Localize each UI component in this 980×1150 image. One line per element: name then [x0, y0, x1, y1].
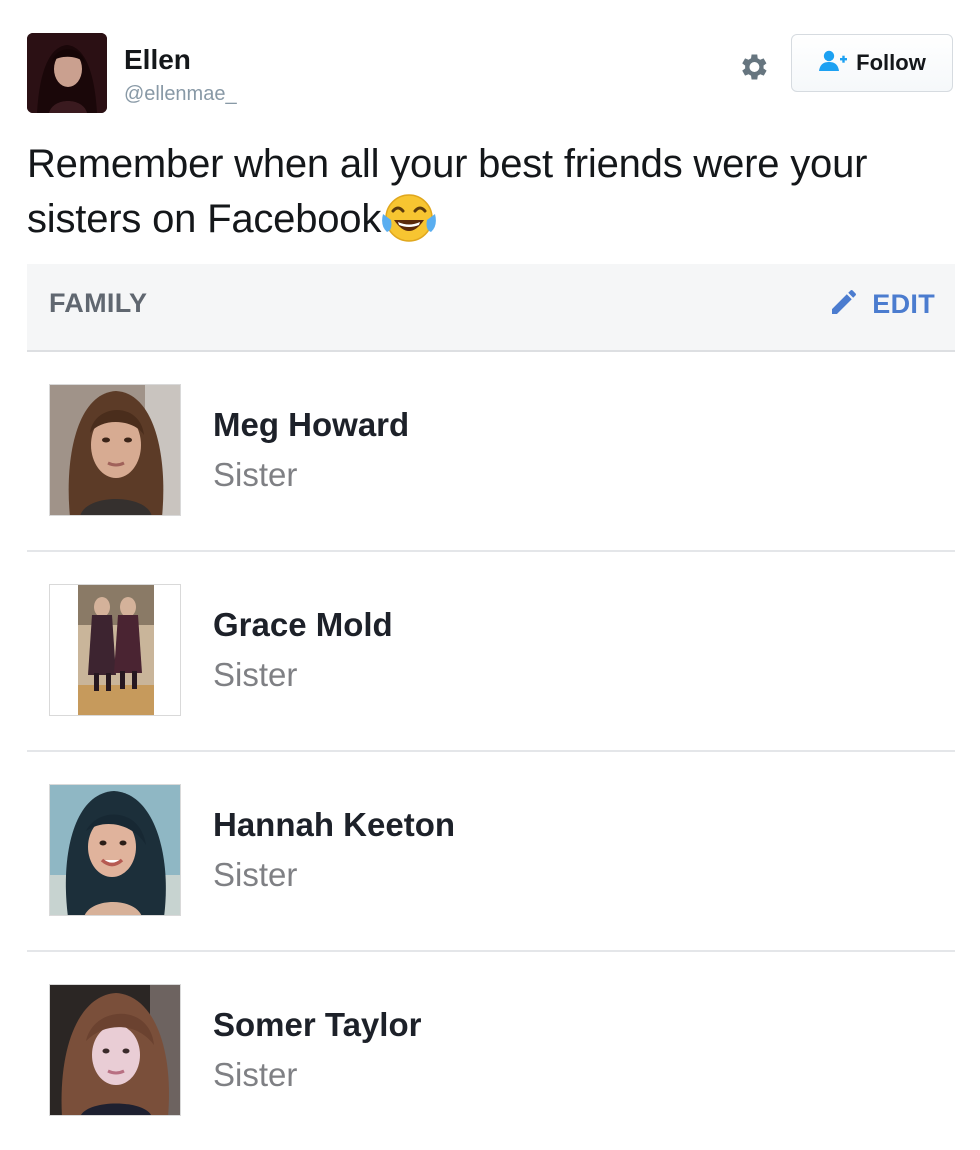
member-relation: Sister — [213, 856, 298, 893]
family-title: FAMILY — [49, 288, 148, 318]
member-name[interactable]: Somer Taylor — [213, 1006, 421, 1044]
author-name[interactable]: Ellen — [124, 44, 191, 76]
member-relation: Sister — [213, 1056, 298, 1093]
add-person-icon — [818, 49, 848, 78]
follow-button[interactable]: Follow — [791, 34, 953, 92]
family-list: Meg Howard Sister Grace Mold Sister Hann… — [27, 352, 955, 1150]
family-card: FAMILY EDIT Meg Howard Sister Grace Mold… — [27, 264, 955, 1129]
member-photo[interactable] — [49, 784, 181, 916]
tweet-header: Ellen @ellenmae_ Follow — [27, 33, 955, 113]
author-handle[interactable]: @ellenmae_ — [124, 82, 237, 106]
member-name[interactable]: Grace Mold — [213, 606, 393, 644]
author-avatar[interactable] — [27, 33, 107, 113]
edit-label: EDIT — [872, 288, 935, 319]
member-photo[interactable] — [49, 984, 181, 1116]
edit-button[interactable]: EDIT — [828, 286, 935, 322]
family-member-row[interactable]: Grace Mold Sister — [27, 552, 955, 752]
family-member-row[interactable]: Meg Howard Sister — [27, 352, 955, 552]
member-relation: Sister — [213, 456, 298, 493]
member-photo[interactable] — [49, 384, 181, 516]
member-name[interactable]: Meg Howard — [213, 406, 409, 444]
member-relation: Sister — [213, 656, 298, 693]
family-member-row[interactable]: Hannah Keeton Sister — [27, 752, 955, 952]
face-with-tears-of-joy-icon — [381, 192, 437, 244]
follow-label: Follow — [856, 50, 926, 75]
family-member-row[interactable]: Somer Taylor Sister — [27, 952, 955, 1150]
pencil-icon — [828, 286, 860, 323]
member-name[interactable]: Hannah Keeton — [213, 806, 455, 844]
tweet-text-body: Remember when all your best friends were… — [27, 142, 868, 241]
gear-icon[interactable] — [736, 50, 770, 84]
member-photo[interactable] — [49, 584, 181, 716]
family-card-header: FAMILY EDIT — [27, 264, 955, 352]
tweet-text: Remember when all your best friends were… — [27, 137, 957, 247]
